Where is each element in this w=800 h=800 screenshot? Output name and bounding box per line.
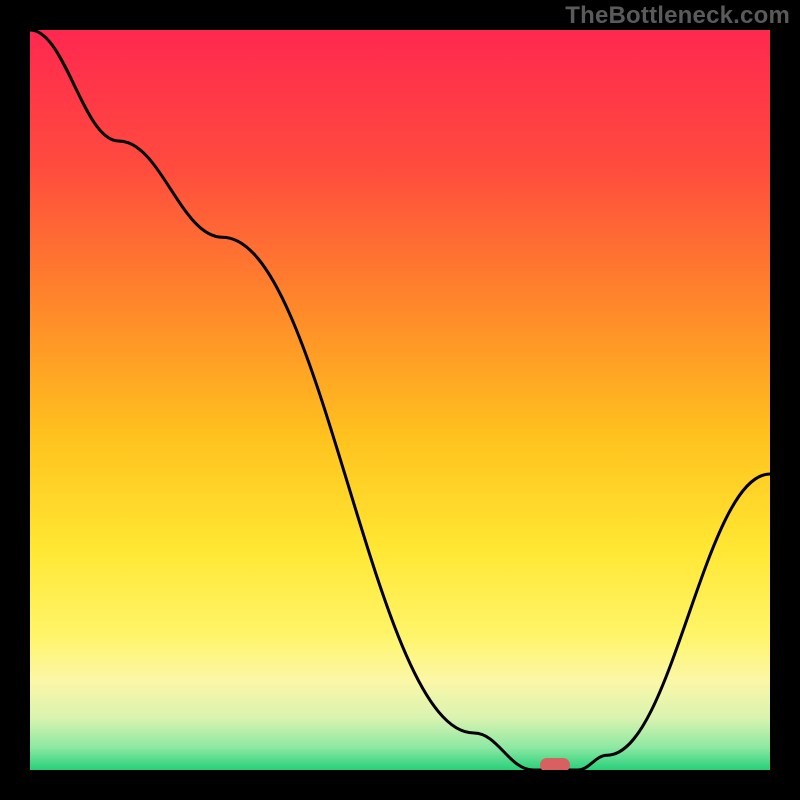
watermark: TheBottleneck.com xyxy=(565,2,790,30)
curve xyxy=(30,30,770,770)
chart-frame: TheBottleneck.com xyxy=(0,0,800,800)
plot-area xyxy=(30,30,770,770)
optimum-marker xyxy=(540,758,570,770)
